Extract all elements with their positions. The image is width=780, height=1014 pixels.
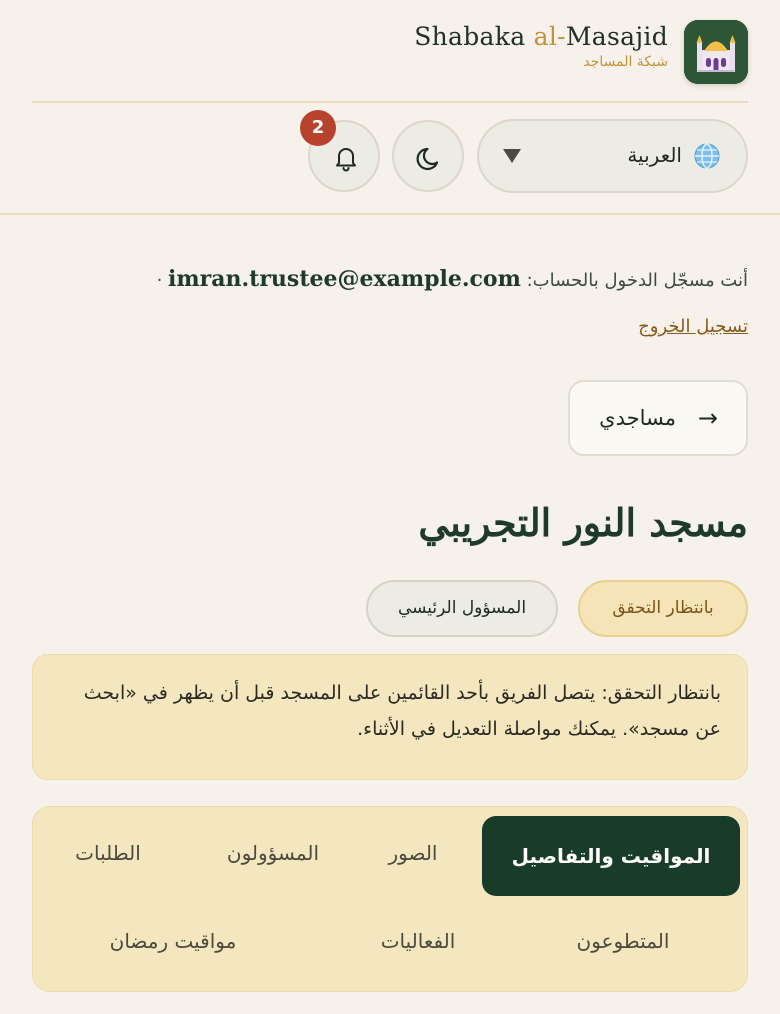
page-title: مسجد النور التجريبي (418, 500, 748, 545)
my-mosques-button[interactable]: → مساجدي (568, 380, 748, 456)
brand-subtitle: شبكة المساجد (583, 54, 668, 70)
arrow-right-icon: → (697, 404, 718, 432)
theme-toggle-button[interactable] (392, 120, 464, 192)
brand-text: Shabaka al-Masajid شبكة المساجد (414, 22, 668, 70)
tab-requests[interactable]: الطلبات (53, 841, 163, 865)
language-select[interactable]: العربية (477, 119, 748, 193)
tab-photos[interactable]: الصور (363, 841, 463, 865)
brand-name[interactable]: Shabaka al-Masajid (414, 22, 668, 52)
moon-icon (416, 147, 439, 171)
chevron-down-icon (503, 149, 521, 163)
brand-name-prefix: Shabaka (414, 22, 534, 51)
account-email: imran.trustee@example.com (168, 266, 521, 292)
tab-volunteers[interactable]: المتطوعون (553, 929, 693, 953)
tab-times-details[interactable]: المواقيت والتفاصيل (482, 816, 740, 896)
header-divider (32, 101, 748, 103)
mosque-icon[interactable] (684, 20, 748, 84)
brand-header: Shabaka al-Masajid شبكة المساجد (0, 0, 780, 102)
logout-link[interactable]: تسجيل الخروج (638, 316, 748, 337)
my-mosques-label: مساجدي (599, 406, 676, 430)
signed-in-line: أنت مسجّل الدخول بالحساب: imran.trustee@… (32, 266, 748, 292)
signed-in-prefix: أنت مسجّل الدخول بالحساب: (526, 270, 748, 291)
brand-name-accent: al- (533, 22, 566, 51)
brand-name-suffix: Masajid (565, 22, 668, 51)
role-badge: المسؤول الرئيسي (366, 580, 558, 637)
separator-dot: · (156, 270, 163, 291)
tab-ramadan-times[interactable]: مواقيت رمضان (83, 929, 263, 953)
language-label: العربية (627, 143, 682, 167)
bell-icon (336, 148, 356, 172)
verification-notice: بانتظار التحقق: يتصل الفريق بأحد القائمي… (32, 654, 748, 780)
tab-admins[interactable]: المسؤولون (203, 841, 343, 865)
globe-icon (694, 143, 720, 169)
tab-events[interactable]: الفعاليات (353, 929, 483, 953)
tab-bar: المواقيت والتفاصيل الصور المسؤولون الطلب… (32, 806, 748, 992)
notifications-count-badge: 2 (300, 110, 336, 146)
status-badge: بانتظار التحقق (578, 580, 748, 637)
controls-divider (0, 213, 780, 215)
